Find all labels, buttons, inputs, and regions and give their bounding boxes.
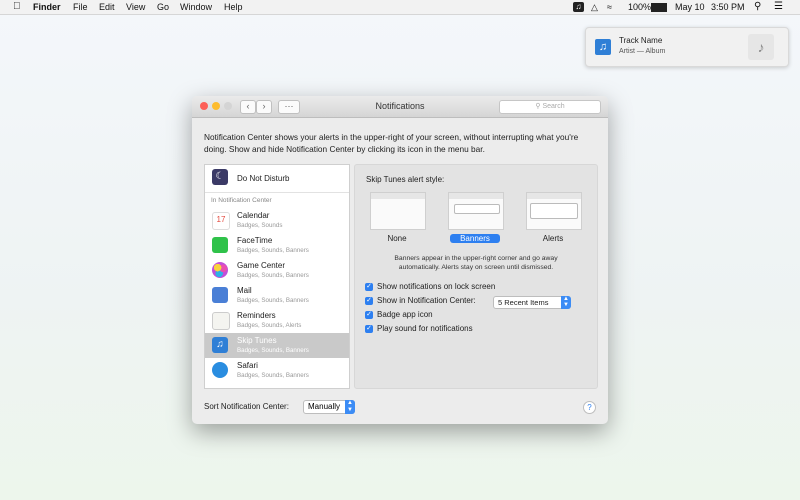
sort-value: Manually [308, 402, 341, 411]
safari-compass-icon [212, 362, 228, 378]
recent-items-select[interactable]: 5 Recent Items ▲ ▼ [493, 296, 571, 309]
app-name: Reminders [237, 311, 276, 320]
apple-menu-icon[interactable]:  [13, 1, 21, 12]
battery-icon[interactable] [651, 3, 667, 12]
menu-file[interactable]: File [73, 1, 88, 13]
app-name: Safari [237, 361, 258, 370]
checkbox-label: Badge app icon [377, 310, 433, 319]
app-subtitle: Badges, Sounds, Banners [237, 247, 309, 254]
app-subtitle: Badges, Sounds, Banners [237, 272, 309, 279]
app-subtitle: Badges, Sounds [237, 222, 283, 229]
menu-bar:  Finder File Edit View Go Window Help ♫… [0, 0, 800, 15]
style-banners-label[interactable]: Banners [450, 234, 500, 243]
dnd-label: Do Not Disturb [237, 174, 290, 183]
do-not-disturb-item[interactable]: ☾ Do Not Disturb [205, 165, 349, 193]
game-center-icon [212, 262, 228, 278]
wifi-icon[interactable]: ≈ [607, 2, 618, 12]
menu-time[interactable]: 3:50 PM [711, 1, 745, 13]
menu-date[interactable]: May 10 [675, 1, 705, 13]
menu-app-finder[interactable]: Finder [33, 1, 61, 13]
music-note-icon[interactable]: ♫ [573, 2, 584, 12]
menu-edit[interactable]: Edit [99, 1, 115, 13]
title-bar: ‹ › ⋯ Notifications ⚲ Search [192, 96, 608, 118]
list-item-calendar[interactable]: 17 Calendar Badges, Sounds [205, 208, 349, 233]
skip-tunes-icon: ♫ [212, 337, 228, 353]
calendar-icon: 17 [212, 212, 230, 230]
app-subtitle: Badges, Sounds, Alerts [237, 322, 302, 329]
list-item-facetime[interactable]: FaceTime Badges, Sounds, Banners [205, 233, 349, 258]
section-header: In Notification Center [211, 197, 272, 204]
checkmark-icon: ✓ [365, 325, 373, 333]
alert-style-heading: Skip Tunes alert style: [366, 175, 445, 184]
skip-tunes-app-icon: ♫ [595, 39, 611, 55]
app-name: Calendar [237, 211, 270, 220]
checkbox-label: Show notifications on lock screen [377, 282, 496, 291]
mail-icon [212, 287, 228, 303]
checkmark-icon: ✓ [365, 311, 373, 319]
sort-label: Sort Notification Center: [204, 402, 289, 411]
select-value: 5 Recent Items [498, 298, 549, 307]
style-banners-preview[interactable] [448, 192, 504, 230]
search-placeholder: Search [542, 103, 565, 110]
list-item-game-center[interactable]: Game Center Badges, Sounds, Banners [205, 258, 349, 283]
select-stepper-icon: ▲ ▼ [345, 400, 355, 414]
airplay-icon[interactable]: △ [591, 2, 602, 12]
description-text: Notification Center shows your alerts in… [204, 132, 579, 154]
style-alerts-label[interactable]: Alerts [526, 234, 580, 243]
select-stepper-icon: ▲ ▼ [561, 296, 571, 309]
checkbox-label: Play sound for notifications [377, 324, 473, 333]
notification-title: Track Name [619, 36, 663, 45]
checkmark-icon: ✓ [365, 283, 373, 291]
app-list[interactable]: ☾ Do Not Disturb In Notification Center … [204, 164, 350, 389]
spotlight-search-icon[interactable]: ⚲ [754, 2, 765, 12]
app-subtitle: Badges, Sounds, Banners [237, 297, 309, 304]
app-name: Mail [237, 286, 252, 295]
list-item-skip-tunes[interactable]: ♫ Skip Tunes Badges, Sounds, Banners [205, 333, 349, 358]
album-art-music-icon: ♪ [748, 34, 774, 60]
notifications-window: ‹ › ⋯ Notifications ⚲ Search Notificatio… [192, 96, 608, 424]
app-subtitle: Badges, Sounds, Banners [237, 372, 309, 379]
checkbox-label: Show in Notification Center: [377, 296, 476, 305]
list-item-safari[interactable]: Safari Badges, Sounds, Banners [205, 358, 349, 383]
style-alerts-preview[interactable] [526, 192, 582, 230]
style-explanation: Banners appear in the upper-right corner… [394, 255, 558, 271]
moon-icon: ☾ [212, 169, 228, 185]
checkmark-icon: ✓ [365, 297, 373, 305]
app-subtitle: Badges, Sounds, Banners [237, 347, 309, 354]
help-button[interactable]: ? [583, 401, 596, 414]
search-field[interactable]: ⚲ Search [499, 100, 601, 114]
menu-window[interactable]: Window [180, 1, 212, 13]
menu-help[interactable]: Help [224, 1, 243, 13]
app-settings-panel: Skip Tunes alert style: None Banners Ale… [354, 164, 598, 389]
sort-select[interactable]: Manually ▲ ▼ [303, 400, 355, 414]
menu-view[interactable]: View [126, 1, 145, 13]
menu-go[interactable]: Go [157, 1, 169, 13]
battery-percent: 100% [628, 2, 652, 12]
app-name: Game Center [237, 261, 286, 270]
list-item-mail[interactable]: Mail Badges, Sounds, Banners [205, 283, 349, 308]
app-name: FaceTime [237, 236, 273, 245]
reminders-icon [212, 312, 230, 330]
facetime-icon [212, 237, 228, 253]
notification-subtitle: Artist — Album [619, 48, 666, 55]
notification-center-icon[interactable]: ☰ [774, 2, 785, 12]
app-name: Skip Tunes [237, 336, 277, 345]
list-item-reminders[interactable]: Reminders Badges, Sounds, Alerts [205, 308, 349, 333]
style-none-label[interactable]: None [370, 234, 424, 243]
notification-banner[interactable]: ♫ Track Name Artist — Album ♪ [585, 27, 789, 67]
style-none-preview[interactable] [370, 192, 426, 230]
